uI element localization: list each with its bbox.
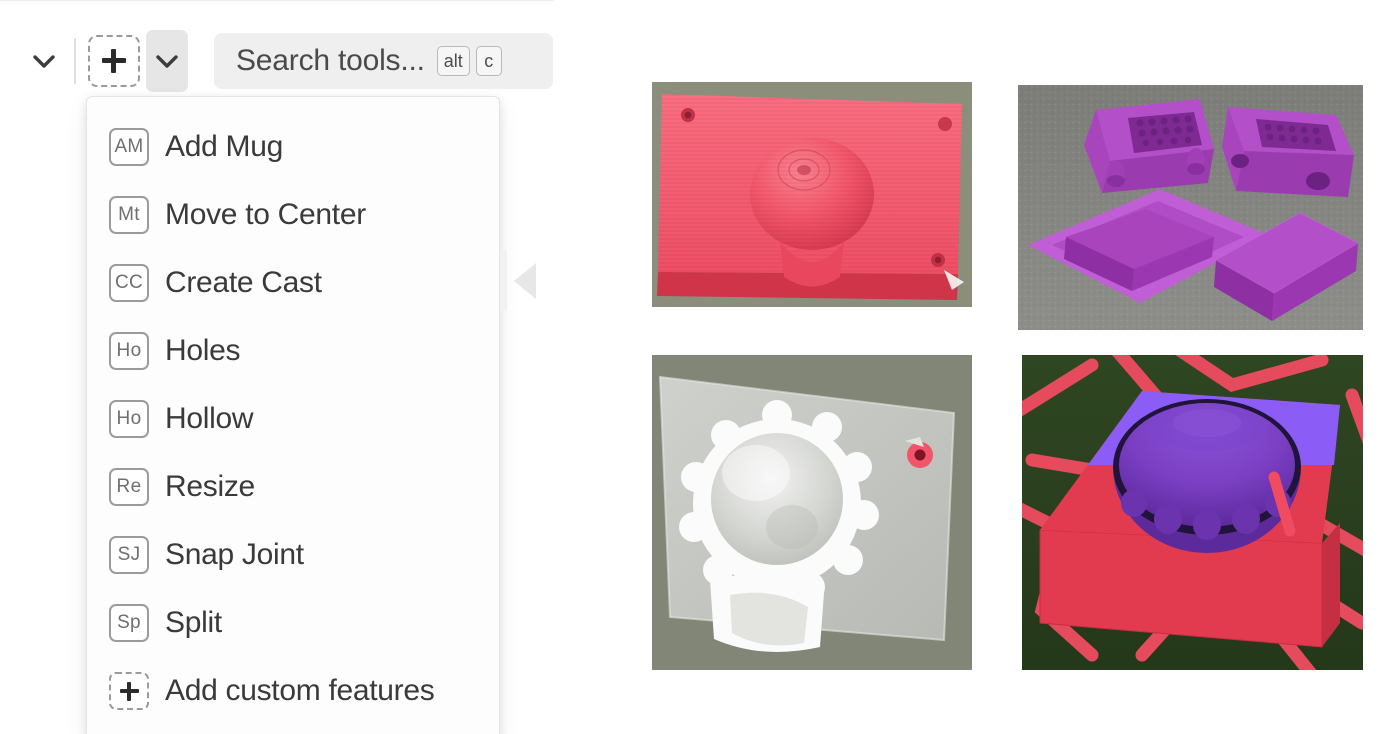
add-tool-button[interactable] <box>88 35 140 87</box>
menu-item-label: Add custom features <box>165 674 435 707</box>
menu-item-create-cast[interactable]: CC Create Cast <box>87 249 499 317</box>
shortcut-badge: CC <box>109 264 149 302</box>
chevron-down-icon <box>33 54 55 68</box>
add-tool-dropdown-button[interactable] <box>146 30 188 92</box>
shortcut-badge: SJ <box>109 536 149 574</box>
search-tools-input[interactable]: Search tools... alt c <box>214 33 553 89</box>
collapse-chevron-button[interactable] <box>22 35 66 87</box>
shortcut-badge: Re <box>109 468 149 506</box>
add-custom-badge <box>109 672 149 710</box>
search-placeholder: Search tools... <box>236 44 425 77</box>
menu-item-add-custom-features[interactable]: Add custom features <box>87 657 499 725</box>
menu-item-split[interactable]: Sp Split <box>87 589 499 657</box>
tool-panel: Search tools... alt c AM Add Mug Mt Move… <box>0 0 553 734</box>
shortcut-badge: AM <box>109 128 149 166</box>
menu-item-holes[interactable]: Ho Holes <box>87 317 499 385</box>
photo-gallery <box>652 82 1364 670</box>
menu-item-add-mug[interactable]: AM Add Mug <box>87 113 499 181</box>
menu-item-hollow[interactable]: Ho Hollow <box>87 385 499 453</box>
menu-item-label: Split <box>165 606 222 639</box>
menu-item-label: Holes <box>165 334 241 367</box>
photo-red-dome-block <box>652 82 972 307</box>
menu-item-label: Move to Center <box>165 198 366 231</box>
photo-render-cutaway <box>1022 355 1363 670</box>
shortcut-key-c: c <box>475 46 502 76</box>
toolbar: Search tools... alt c <box>0 25 553 97</box>
plus-icon <box>102 49 126 73</box>
chevron-down-icon <box>156 54 178 68</box>
shortcut-badge: Sp <box>109 604 149 642</box>
triangle-left-icon <box>500 251 536 311</box>
search-shortcut-group: alt c <box>436 46 502 76</box>
menu-item-snap-joint[interactable]: SJ Snap Joint <box>87 521 499 589</box>
menu-item-label: Snap Joint <box>165 538 304 571</box>
toolbar-divider <box>74 38 76 84</box>
panel-collapse-handle[interactable] <box>500 251 552 311</box>
shortcut-key-alt: alt <box>436 46 470 76</box>
plus-icon <box>119 681 139 701</box>
tools-dropdown-menu: AM Add Mug Mt Move to Center CC Create C… <box>86 96 500 734</box>
photo-purple-parts <box>1018 85 1363 330</box>
shortcut-badge: Ho <box>109 332 149 370</box>
photo-grey-cast-mold <box>652 355 972 670</box>
menu-item-resize[interactable]: Re Resize <box>87 453 499 521</box>
shortcut-badge: Ho <box>109 400 149 438</box>
shortcut-badge: Mt <box>109 196 149 234</box>
menu-item-label: Create Cast <box>165 266 322 299</box>
menu-item-label: Hollow <box>165 402 254 435</box>
menu-item-label: Add Mug <box>165 130 283 163</box>
menu-item-move-to-center[interactable]: Mt Move to Center <box>87 181 499 249</box>
menu-item-label: Resize <box>165 470 255 503</box>
